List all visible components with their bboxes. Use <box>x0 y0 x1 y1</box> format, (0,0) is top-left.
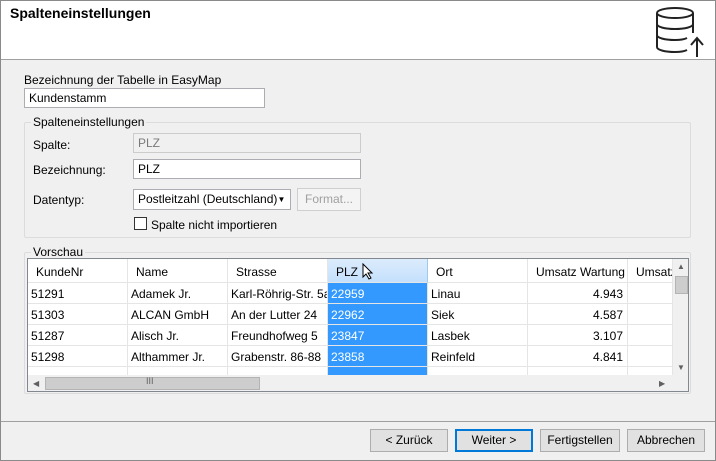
cell <box>628 304 673 325</box>
cell <box>128 367 228 375</box>
preview-title: Vorschau <box>31 245 86 259</box>
header-ort[interactable]: Ort <box>428 259 528 283</box>
cell: 51303 <box>28 304 128 325</box>
cell <box>528 367 628 375</box>
cell-selected: 23847 <box>328 325 428 346</box>
name-field[interactable]: PLZ <box>133 159 361 179</box>
cell: Reinfeld <box>428 346 528 367</box>
name-label: Bezeichnung: <box>33 163 106 177</box>
cell: 4.943 <box>528 283 628 304</box>
cell <box>628 346 673 367</box>
cell <box>628 283 673 304</box>
cell: 51298 <box>28 346 128 367</box>
vertical-scroll-thumb[interactable] <box>675 276 688 294</box>
cell: Siek <box>428 304 528 325</box>
format-button: Format... <box>297 188 361 211</box>
cell: Karl-Röhrig-Str. 5a <box>228 283 328 304</box>
cell <box>28 367 128 375</box>
cell-selected: 23858 <box>328 346 428 367</box>
vertical-scrollbar[interactable]: ▲ ▼ <box>673 259 688 375</box>
table-name-label: Bezeichnung der Tabelle in EasyMap <box>24 73 222 87</box>
grid-header: KundeNr Name Strasse PLZ Ort Umsatz Wart… <box>28 259 673 283</box>
cell: 3.107 <box>528 325 628 346</box>
datatype-select[interactable]: Postleitzahl (Deutschland) ▼ <box>133 189 291 210</box>
cell: 4.841 <box>528 346 628 367</box>
back-button[interactable]: < Zurück <box>370 429 448 452</box>
scroll-right-icon[interactable]: ▶ <box>659 379 665 388</box>
next-button[interactable]: Weiter > <box>455 429 533 452</box>
table-row-partial <box>28 367 673 375</box>
header-kundenr[interactable]: KundeNr <box>28 259 128 283</box>
cell <box>428 367 528 375</box>
cell: Lasbek <box>428 325 528 346</box>
cell: Grabenstr. 86-88 <box>228 346 328 367</box>
cell: ALCAN GmbH <box>128 304 228 325</box>
finish-button[interactable]: Fertigstellen <box>540 429 620 452</box>
header-plz-label: PLZ <box>336 265 359 279</box>
cell: 51291 <box>28 283 128 304</box>
cell: An der Lutter 24 <box>228 304 328 325</box>
cell <box>628 325 673 346</box>
dropdown-arrow-icon[interactable]: ▼ <box>273 190 290 209</box>
table-row[interactable]: 51287 Alisch Jr. Freundhofweg 5 23847 La… <box>28 325 673 346</box>
column-label: Spalte: <box>33 138 71 152</box>
skip-column-checkbox[interactable] <box>134 217 147 230</box>
preview-grid[interactable]: KundeNr Name Strasse PLZ Ort Umsatz Wart… <box>27 258 689 392</box>
cell-selected <box>328 367 428 375</box>
column-settings-title: Spalteneinstellungen <box>31 115 147 129</box>
table-row[interactable]: 51291 Adamek Jr. Karl-Röhrig-Str. 5a 229… <box>28 283 673 304</box>
scroll-up-icon[interactable]: ▲ <box>677 262 685 271</box>
cell: Freundhofweg 5 <box>228 325 328 346</box>
cell: Althammer Jr. <box>128 346 228 367</box>
cell: 4.587 <box>528 304 628 325</box>
header-name[interactable]: Name <box>128 259 228 283</box>
column-field: PLZ <box>133 133 361 153</box>
horizontal-scrollbar[interactable]: ◀ III ▶ <box>28 375 673 391</box>
scroll-corner <box>673 375 688 391</box>
header-umsatz[interactable]: Umsatz <box>628 259 673 283</box>
skip-column-label: Spalte nicht importieren <box>151 218 278 232</box>
page-title: Spalteneinstellungen <box>10 5 151 21</box>
scroll-left-icon[interactable]: ◀ <box>33 379 39 388</box>
cell: Adamek Jr. <box>128 283 228 304</box>
cell-selected: 22959 <box>328 283 428 304</box>
header-panel: Spalteneinstellungen <box>1 1 715 60</box>
database-upload-icon <box>656 7 704 57</box>
footer-divider <box>1 421 715 422</box>
cancel-button[interactable]: Abbrechen <box>627 429 705 452</box>
cell-selected: 22962 <box>328 304 428 325</box>
header-umsatz-wartung[interactable]: Umsatz Wartung <box>528 259 628 283</box>
cell: 51287 <box>28 325 128 346</box>
cell <box>228 367 328 375</box>
datatype-value: Postleitzahl (Deutschland) <box>138 192 278 206</box>
header-strasse[interactable]: Strasse <box>228 259 328 283</box>
grip-icon: III <box>146 376 154 386</box>
horizontal-scroll-thumb[interactable]: III <box>45 376 260 390</box>
cell <box>628 367 673 375</box>
datatype-label: Datentyp: <box>33 193 85 207</box>
cell: Alisch Jr. <box>128 325 228 346</box>
scroll-down-icon[interactable]: ▼ <box>677 363 685 372</box>
table-name-input[interactable]: Kundenstamm <box>24 88 265 108</box>
cell: Linau <box>428 283 528 304</box>
mouse-cursor-icon <box>362 263 374 280</box>
header-plz[interactable]: PLZ <box>328 259 428 283</box>
table-row[interactable]: 51298 Althammer Jr. Grabenstr. 86-88 238… <box>28 346 673 367</box>
table-row[interactable]: 51303 ALCAN GmbH An der Lutter 24 22962 … <box>28 304 673 325</box>
